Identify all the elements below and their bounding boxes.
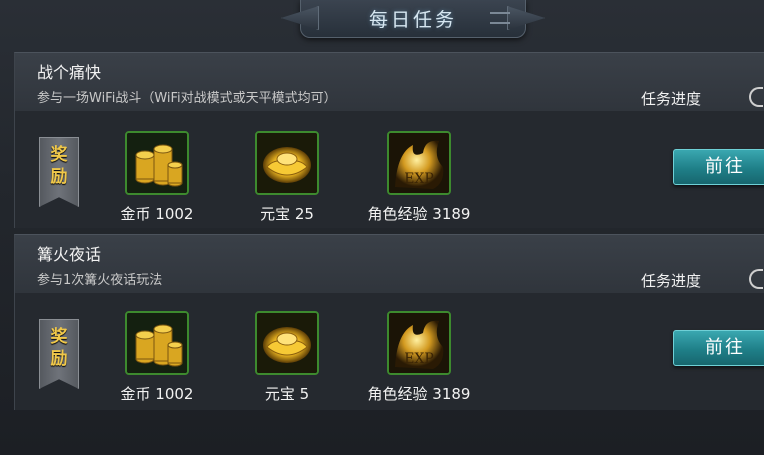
- task-description: 参与一场WiFi战斗（WiFi对战模式或天平模式均可）: [37, 91, 337, 106]
- task-panel: 篝火夜话 参与1次篝火夜话玩法 任务进度 奖励 金币 1002 元宝 5 EXP…: [14, 234, 764, 410]
- reward-label-ingot: 元宝 5: [264, 385, 310, 403]
- task-header: 战个痛快 参与一场WiFi战斗（WiFi对战模式或天平模式均可） 任务进度: [15, 53, 764, 111]
- progress-indicator: [749, 269, 763, 289]
- reward-label: 奖励: [50, 145, 68, 187]
- task-progress-label: 任务进度: [641, 90, 702, 108]
- gold-ingot-icon[interactable]: [255, 311, 319, 375]
- reward-label-gold: 金币 1002: [120, 205, 194, 223]
- gold-ingot-icon[interactable]: [255, 131, 319, 195]
- svg-text:EXP: EXP: [404, 171, 434, 187]
- svg-text:EXP: EXP: [404, 351, 434, 367]
- task-description: 参与1次篝火夜话玩法: [37, 273, 163, 288]
- go-button[interactable]: 前往: [673, 149, 764, 185]
- go-button[interactable]: 前往: [673, 330, 764, 366]
- reward-label-gold: 金币 1002: [120, 385, 194, 403]
- progress-indicator: [749, 87, 763, 107]
- reward-ribbon: 奖励: [39, 319, 79, 389]
- task-panel: 战个痛快 参与一场WiFi战斗（WiFi对战模式或天平模式均可） 任务进度 奖励…: [14, 52, 764, 228]
- task-header: 篝火夜话 参与1次篝火夜话玩法 任务进度: [15, 235, 764, 293]
- task-progress-label: 任务进度: [641, 272, 702, 290]
- daily-task-window: 每日任务 战个痛快 参与一场WiFi战斗（WiFi对战模式或天平模式均可） 任务…: [0, 0, 764, 455]
- title-ornament-right: [490, 12, 510, 24]
- gold-coins-icon[interactable]: [125, 131, 189, 195]
- reward-label-ingot: 元宝 25: [260, 205, 314, 223]
- exp-icon[interactable]: EXP: [387, 311, 451, 375]
- task-name: 篝火夜话: [37, 245, 102, 264]
- reward-label-exp: 角色经验 3189: [367, 205, 471, 223]
- task-name: 战个痛快: [37, 63, 102, 82]
- gold-coins-icon[interactable]: [125, 311, 189, 375]
- reward-label: 奖励: [50, 327, 68, 369]
- reward-ribbon: 奖励: [39, 137, 79, 207]
- reward-label-exp: 角色经验 3189: [367, 385, 471, 403]
- exp-icon[interactable]: EXP: [387, 131, 451, 195]
